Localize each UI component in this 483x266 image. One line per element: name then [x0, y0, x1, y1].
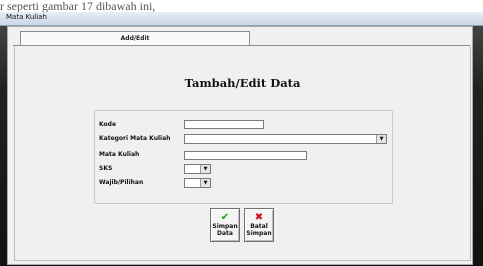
sks-label: SKS	[99, 165, 113, 172]
form-heading: Tambah/Edit Data	[184, 76, 301, 90]
kode-label: Kode	[99, 121, 117, 128]
batal-simpan-button[interactable]: ✖ Batal Simpan	[244, 208, 274, 242]
simpan-button-label-2: Data	[217, 230, 233, 237]
window-title: Mata Kuliah	[6, 13, 47, 21]
kode-input[interactable]	[184, 120, 264, 129]
batal-button-label: Batal	[250, 223, 268, 230]
x-icon: ✖	[254, 212, 264, 223]
mata-kuliah-input[interactable]	[184, 151, 307, 160]
mata-kuliah-label: Mata Kuliah	[99, 151, 140, 158]
wajib-pilihan-dropdown[interactable]: ▼	[184, 178, 211, 188]
tab-panel: Tambah/Edit Data Kode Kategori Mata Kuli…	[14, 46, 471, 261]
client-area: Add/Edit Tambah/Edit Data Kode Kategori …	[7, 26, 473, 265]
chevron-down-icon[interactable]: ▼	[200, 165, 210, 173]
app-window: Mata Kuliah Add/Edit Tambah/Edit Data Ko…	[0, 12, 483, 266]
kategori-dropdown[interactable]: ▼	[184, 134, 387, 144]
tab-add-edit[interactable]: Add/Edit	[20, 31, 250, 46]
batal-button-label-2: Simpan	[246, 230, 272, 237]
chevron-down-icon[interactable]: ▼	[200, 179, 210, 187]
document-caption-text: r seperti gambar 17 dibawah ini,	[0, 0, 156, 12]
check-icon: ✔	[220, 212, 230, 223]
kategori-label: Kategori Mata Kuliah	[99, 135, 171, 142]
simpan-data-button[interactable]: ✔ Simpan Data	[210, 208, 240, 242]
wajib-pilihan-label: Wajib/Pilihan	[99, 179, 144, 186]
title-bar[interactable]: Mata Kuliah	[0, 12, 483, 26]
simpan-button-label: Simpan	[212, 223, 238, 230]
chevron-down-icon[interactable]: ▼	[376, 135, 386, 143]
sks-dropdown[interactable]: ▼	[184, 164, 211, 174]
form-group-box: Kode Kategori Mata Kuliah ▼ Mata Kuliah …	[94, 110, 393, 204]
